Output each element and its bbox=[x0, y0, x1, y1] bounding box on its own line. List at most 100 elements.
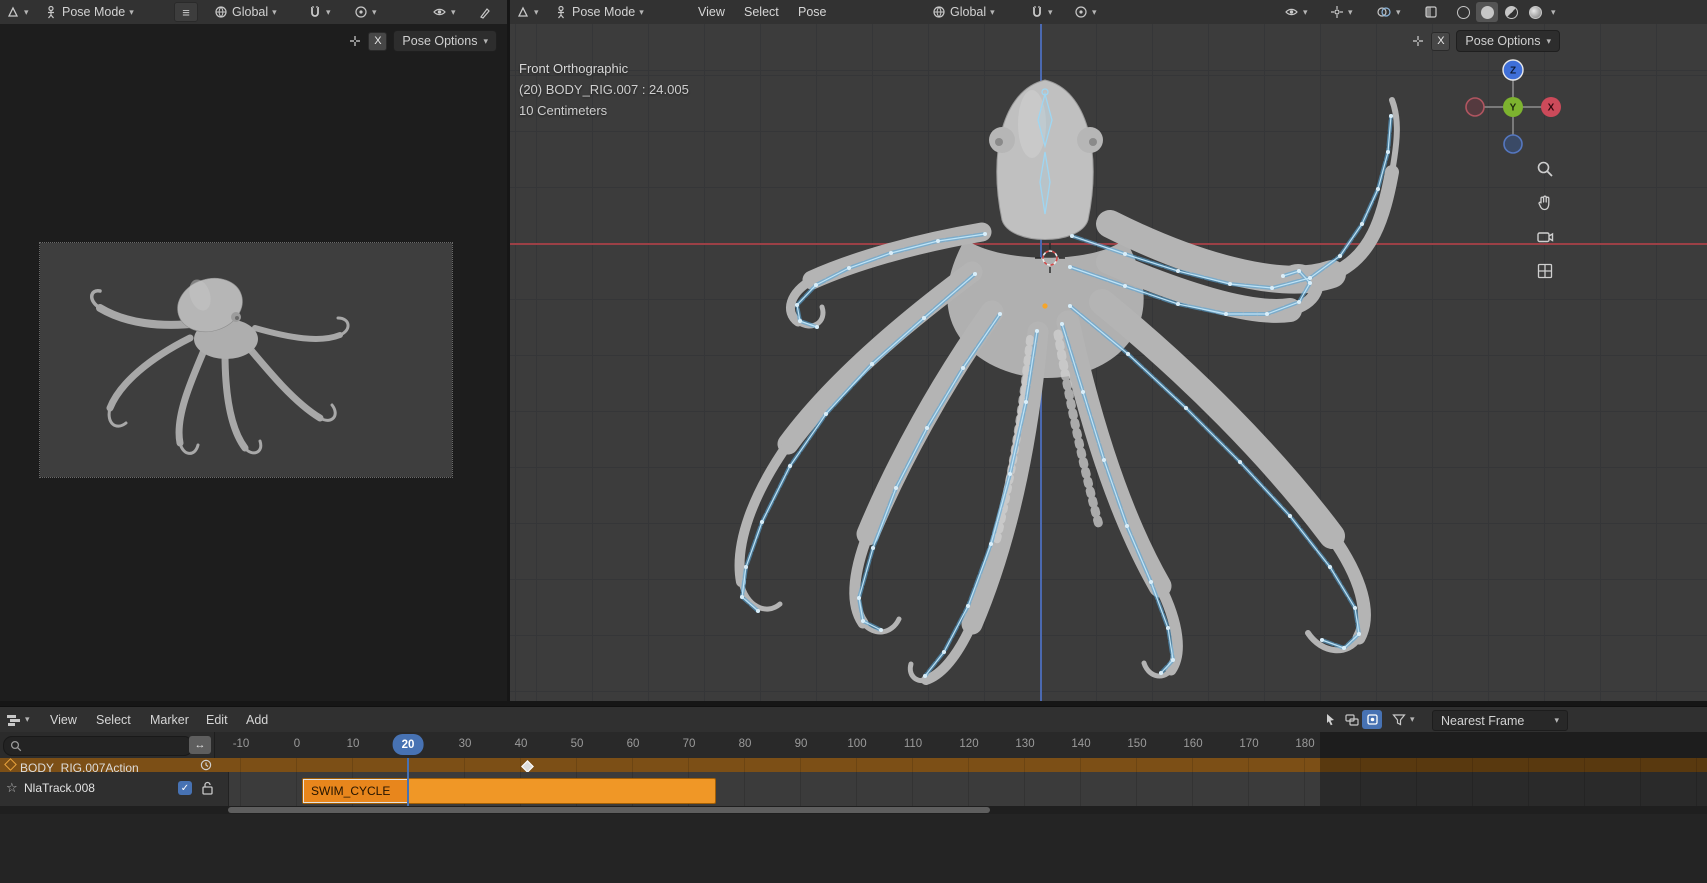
camera-viewport-canvas[interactable] bbox=[0, 24, 507, 701]
proportional-edit-button[interactable]: ▾ bbox=[1070, 0, 1101, 24]
menu-add[interactable]: Add bbox=[240, 707, 274, 732]
shading-solid-button[interactable] bbox=[1476, 2, 1498, 22]
orientation-label: Global bbox=[950, 5, 987, 19]
snap-dropdown[interactable]: ▾ bbox=[304, 0, 335, 24]
visibility-dropdown[interactable]: ▾ bbox=[428, 0, 460, 24]
snap-dropdown[interactable]: ▾ bbox=[1026, 0, 1057, 24]
menu-view[interactable]: View bbox=[692, 0, 731, 24]
gizmo-x-neg-axis[interactable] bbox=[1465, 97, 1485, 117]
shading-rendered-button[interactable] bbox=[1524, 2, 1546, 22]
menu-marker[interactable]: Marker bbox=[144, 707, 195, 732]
unlock-icon[interactable] bbox=[201, 781, 214, 795]
pose-options-dropdown[interactable]: Pose Options ▾ bbox=[1456, 30, 1560, 52]
ortho-grid-button[interactable] bbox=[1532, 258, 1558, 284]
track-row-nla[interactable]: ☆ NlaTrack.008 ✓ SWIM_CYCLE bbox=[0, 772, 1707, 806]
mode-dropdown[interactable]: Pose Mode ▾ bbox=[550, 0, 648, 24]
ruler-tick[interactable]: 0 bbox=[294, 738, 300, 750]
ruler-tick[interactable]: 160 bbox=[1183, 738, 1202, 750]
3d-viewport-canvas[interactable]: Front Orthographic (20) BODY_RIG.007 : 2… bbox=[510, 24, 1707, 701]
ruler-tick[interactable]: -10 bbox=[233, 738, 250, 750]
orientation-dropdown[interactable]: Global ▾ bbox=[210, 0, 281, 24]
empty-track-area[interactable] bbox=[0, 814, 1707, 883]
zoom-button[interactable] bbox=[1532, 156, 1558, 182]
mirror-x-toggle[interactable]: X bbox=[1431, 31, 1451, 51]
sync-strips-button[interactable] bbox=[1342, 710, 1362, 729]
pan-hand-button[interactable] bbox=[1532, 190, 1558, 216]
viewport-info-overlay: Front Orthographic (20) BODY_RIG.007 : 2… bbox=[519, 58, 689, 121]
tool-fallback-icon[interactable] bbox=[348, 34, 362, 48]
horizontal-scrollbar bbox=[0, 806, 1707, 814]
globe-icon bbox=[932, 5, 946, 19]
ruler-tick[interactable]: 50 bbox=[571, 738, 584, 750]
ruler-tick[interactable]: 30 bbox=[459, 738, 472, 750]
shading-material-button[interactable] bbox=[1500, 2, 1522, 22]
tweak-pointer-button[interactable] bbox=[1320, 710, 1340, 729]
xray-toggle[interactable] bbox=[1420, 0, 1442, 24]
funnel-icon bbox=[1392, 713, 1406, 726]
snap-toggle-active[interactable] bbox=[1362, 710, 1382, 729]
menu-edit[interactable]: Edit bbox=[200, 707, 234, 732]
gizmo-icon bbox=[1330, 5, 1344, 19]
current-frame-indicator[interactable]: 20 bbox=[392, 734, 424, 755]
ruler-tick[interactable]: 130 bbox=[1015, 738, 1034, 750]
editor-type-dropdown[interactable]: ▾ bbox=[512, 0, 543, 24]
snap-mode-label: Nearest Frame bbox=[1441, 713, 1525, 728]
editor-type-dropdown[interactable]: ▾ bbox=[2, 0, 33, 24]
track-name-cell[interactable]: ☆ NlaTrack.008 ✓ bbox=[0, 772, 229, 806]
track-enabled-checkbox[interactable]: ✓ bbox=[178, 781, 192, 795]
root-bone-dot[interactable] bbox=[1042, 303, 1048, 309]
ruler-tick[interactable]: 180 bbox=[1295, 738, 1314, 750]
scrollbar-thumb[interactable] bbox=[228, 807, 990, 813]
menu-view[interactable]: View bbox=[44, 707, 83, 732]
ruler-tick[interactable]: 170 bbox=[1239, 738, 1258, 750]
overlays-icon bbox=[1376, 5, 1392, 19]
ruler-tick[interactable]: 140 bbox=[1071, 738, 1090, 750]
ruler-tick[interactable]: 40 bbox=[515, 738, 528, 750]
proportional-edit-button[interactable]: ▾ bbox=[350, 0, 381, 24]
ruler-tick[interactable]: 100 bbox=[847, 738, 866, 750]
nla-strip-swim-cycle[interactable]: SWIM_CYCLE bbox=[302, 778, 716, 804]
octopus-render-preview bbox=[90, 277, 350, 455]
camera-view-button[interactable] bbox=[1532, 224, 1558, 250]
shading-wireframe-button[interactable] bbox=[1452, 2, 1474, 22]
ruler-tick[interactable]: 120 bbox=[959, 738, 978, 750]
gizmo-y-label: Y bbox=[1510, 103, 1517, 114]
snap-mode-dropdown[interactable]: Nearest Frame ▾ bbox=[1432, 710, 1568, 731]
ruler-tick[interactable]: 60 bbox=[627, 738, 640, 750]
playhead-line[interactable] bbox=[407, 758, 409, 806]
nla-editor: ▾ View Select Marker Edit Add ▾ Nearest … bbox=[0, 706, 1707, 883]
gizmo-z-neg-axis[interactable] bbox=[1503, 134, 1523, 154]
magnet-icon bbox=[308, 5, 322, 19]
visibility-dropdown[interactable]: ▾ bbox=[1280, 0, 1312, 24]
viewport-right-header: ▾ Pose Mode ▾ View Select Pose Global ▾ … bbox=[510, 0, 1707, 25]
menu-pose[interactable]: Pose bbox=[792, 0, 833, 24]
track-row-action[interactable]: BODY_RIG.007Action bbox=[0, 758, 1707, 775]
ruler-tick[interactable]: 150 bbox=[1127, 738, 1146, 750]
strip-label-box[interactable]: SWIM_CYCLE bbox=[303, 779, 409, 803]
viewport-editor-icon bbox=[6, 5, 20, 19]
orientation-dropdown[interactable]: Global ▾ bbox=[928, 0, 999, 24]
ruler-tick[interactable]: 70 bbox=[683, 738, 696, 750]
mode-label: Pose Mode bbox=[62, 5, 126, 19]
brush-icon-button[interactable] bbox=[474, 0, 496, 24]
menu-select[interactable]: Select bbox=[738, 0, 785, 24]
track-name-cell[interactable]: BODY_RIG.007Action bbox=[0, 758, 228, 775]
tweak-clock-icon[interactable] bbox=[200, 759, 212, 771]
mirror-x-toggle[interactable]: X bbox=[368, 31, 388, 51]
menu-select[interactable]: Select bbox=[90, 707, 137, 732]
frame-ruler[interactable]: -10 0 10 30 40 50 60 70 80 90 100 110 120 130 140 150 16… bbox=[0, 732, 1707, 758]
ruler-tick[interactable]: 90 bbox=[795, 738, 808, 750]
solo-star-icon[interactable]: ☆ bbox=[6, 780, 18, 796]
ruler-tick[interactable]: 10 bbox=[347, 738, 360, 750]
gizmos-toggle[interactable]: ▾ bbox=[1326, 0, 1357, 24]
ruler-tick[interactable]: 80 bbox=[739, 738, 752, 750]
editor-type-dropdown[interactable]: ▾ bbox=[2, 707, 34, 732]
filter-dropdown[interactable]: ▾ bbox=[1388, 707, 1419, 732]
pose-options-dropdown[interactable]: Pose Options ▾ bbox=[393, 30, 497, 52]
hamburger-menu-button[interactable]: ≡ bbox=[170, 0, 202, 24]
mode-dropdown[interactable]: Pose Mode ▾ bbox=[40, 0, 138, 24]
overlays-dropdown[interactable]: ▾ bbox=[1372, 0, 1405, 24]
ruler-tick[interactable]: 110 bbox=[904, 738, 922, 750]
tool-fallback-icon[interactable] bbox=[1411, 34, 1425, 48]
navigation-gizmo[interactable]: Z X Y bbox=[1463, 57, 1563, 157]
